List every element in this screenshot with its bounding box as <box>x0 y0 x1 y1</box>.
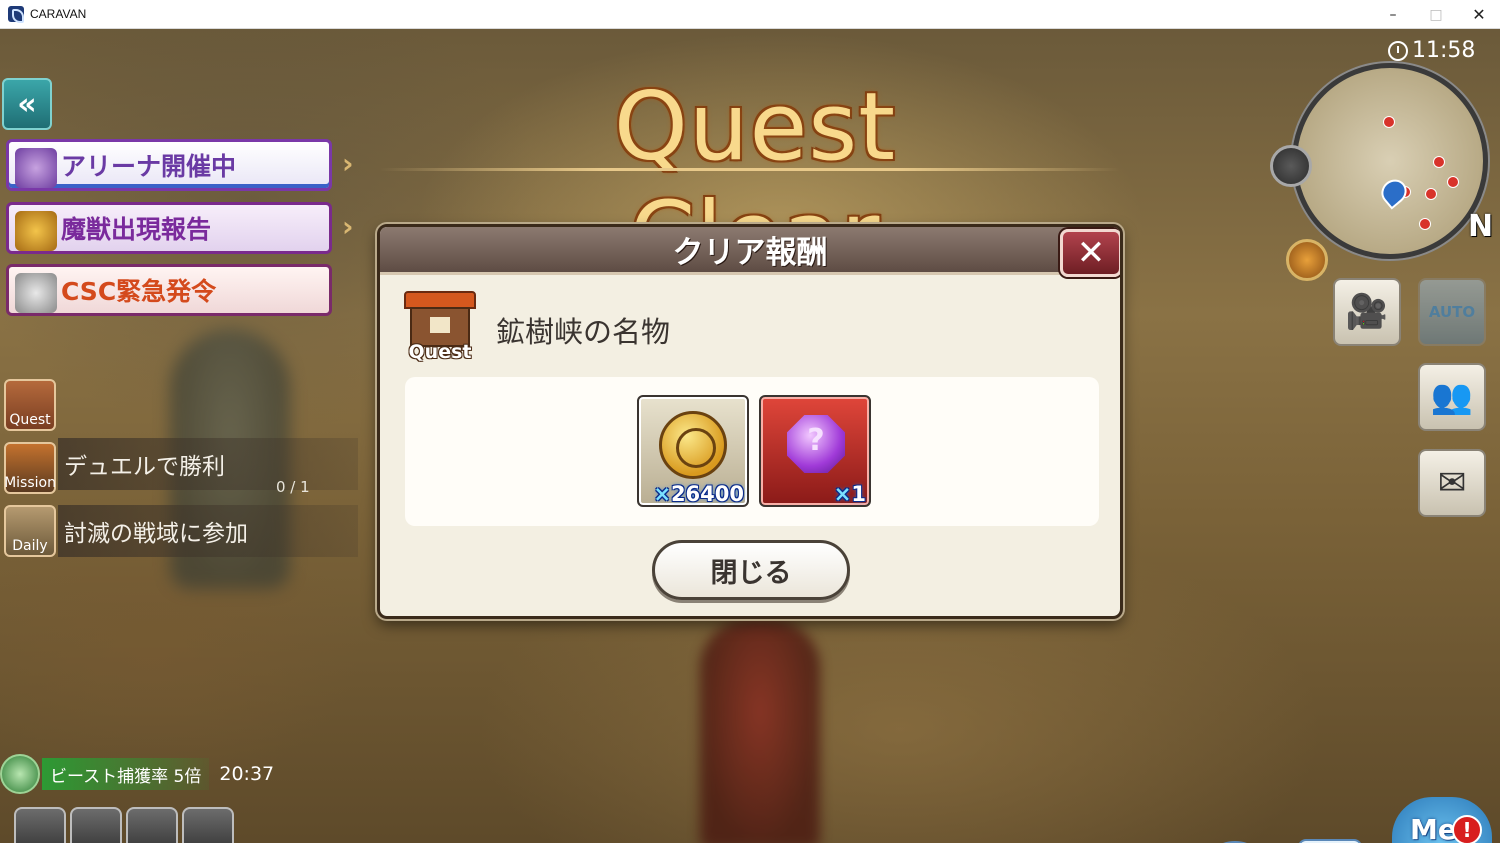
player-character <box>700 619 820 843</box>
compass-north: N <box>1468 209 1494 244</box>
reward-quantity: ×1 <box>834 482 866 506</box>
dialog-close-x-button[interactable]: ✕ <box>1060 229 1120 277</box>
minimap-enemy-marker <box>1419 218 1431 230</box>
qty-value: 1 <box>851 482 866 506</box>
mail-button[interactable]: ✉ <box>1418 449 1486 517</box>
mission-tile[interactable]: Mission <box>4 442 56 494</box>
buff-text: ビースト捕獲率 5倍 <box>42 758 210 790</box>
close-button[interactable]: 閉じる <box>652 540 850 600</box>
dialog-title: クリア報酬 <box>672 235 828 271</box>
reward-item-gold[interactable]: ×26400 <box>637 395 749 507</box>
window-title: CARAVAN <box>30 7 87 21</box>
mail-icon: ✉ <box>1437 463 1467 503</box>
app-icon <box>8 6 24 23</box>
daily-tile-label: Daily <box>12 538 48 554</box>
minimap[interactable] <box>1292 63 1488 259</box>
quest-name: 鉱樹峡の名物 <box>496 315 671 349</box>
back-button[interactable]: « <box>2 78 52 130</box>
qty-prefix: × <box>833 482 852 506</box>
party-button[interactable]: 👥 <box>1418 363 1486 431</box>
exp-boost-icon[interactable] <box>14 807 66 843</box>
quest-icon: Quest <box>402 291 478 365</box>
auto-label: AUTO <box>1428 303 1476 321</box>
mission-row[interactable]: デュエルで勝利 <box>58 438 358 490</box>
csc-banner-label: CSC緊急発令 <box>61 277 217 306</box>
quest-tile[interactable]: Quest <box>4 379 56 431</box>
camera-button[interactable]: 🎥 <box>1333 278 1401 346</box>
beast-arrow-icon[interactable]: › <box>342 213 356 241</box>
buff-gem-icon <box>0 754 40 794</box>
party-icon: 👥 <box>1430 377 1474 417</box>
alert-badge: ! <box>1452 815 1482 843</box>
map-toggle-button[interactable] <box>1270 145 1312 187</box>
mission-tile-label: Mission <box>4 475 56 491</box>
csc-icon <box>15 273 57 313</box>
me-label: Me <box>1410 813 1457 843</box>
mission-progress: 0 / 1 <box>276 478 310 496</box>
home-button[interactable] <box>1286 239 1328 281</box>
chat-button[interactable]: ··· <box>1298 839 1362 843</box>
daily-text: 討滅の戦域に参加 <box>64 521 248 547</box>
beast-banner-label: 魔獣出現報告 <box>61 215 212 244</box>
clock-icon <box>1388 40 1408 61</box>
clock-time: 11:58 <box>1412 38 1476 63</box>
title-underline <box>380 168 1120 171</box>
daily-tile[interactable]: Daily <box>4 505 56 557</box>
arena-arrow-icon[interactable]: › <box>342 150 356 178</box>
gold-coin-icon <box>659 411 727 479</box>
arena-banner[interactable]: アリーナ開催中 <box>6 139 332 191</box>
reward-panel: ×26400 ×1 <box>405 377 1099 526</box>
window-titlebar: CARAVAN – □ ✕ <box>0 0 1500 29</box>
minimap-enemy-marker <box>1433 156 1445 168</box>
arena-banner-label: アリーナ開催中 <box>61 152 237 181</box>
auto-button[interactable]: AUTO <box>1418 278 1486 346</box>
clear-reward-dialog: クリア報酬 ✕ Quest 鉱樹峡の名物 ×26400 ×1 閉じる <box>377 224 1123 619</box>
minimap-enemy-marker <box>1383 116 1395 128</box>
item-boost-icon[interactable] <box>126 807 178 843</box>
dialog-header: クリア報酬 <box>380 227 1120 275</box>
clock: 11:58 <box>1388 38 1475 63</box>
reward-quantity: ×26400 <box>653 482 744 506</box>
minimap-enemy-marker <box>1447 176 1459 188</box>
reward-item-gem[interactable]: ×1 <box>759 395 871 507</box>
qty-value: 26400 <box>670 482 744 506</box>
quest-tile-label: Quest <box>9 412 51 428</box>
minimap-enemy-marker <box>1425 188 1437 200</box>
gold-boost-icon[interactable] <box>70 807 122 843</box>
camera-icon: 🎥 <box>1345 292 1389 332</box>
capture-boost-icon[interactable] <box>182 807 234 843</box>
mission-text: デュエルで勝利 <box>64 454 225 480</box>
maximize-button[interactable]: □ <box>1413 0 1459 29</box>
qty-prefix: × <box>653 482 671 506</box>
minimap-player-marker <box>1376 174 1412 210</box>
quest-icon-label: Quest <box>408 341 472 363</box>
csc-banner[interactable]: CSC緊急発令 <box>6 264 332 316</box>
purple-gem-icon <box>787 415 845 473</box>
daily-row[interactable]: 討滅の戦域に参加 <box>58 505 358 557</box>
window-close-button[interactable]: ✕ <box>1456 0 1500 29</box>
buff-timer: 20:37 <box>219 763 275 785</box>
close-icon: ✕ <box>1076 233 1106 273</box>
beast-icon <box>15 211 57 251</box>
beast-report-banner[interactable]: 魔獣出現報告 <box>6 202 332 254</box>
minimize-button[interactable]: – <box>1370 0 1416 29</box>
arena-icon <box>15 148 57 188</box>
buff-status: ビースト捕獲率 5倍 20:37 <box>0 754 280 794</box>
